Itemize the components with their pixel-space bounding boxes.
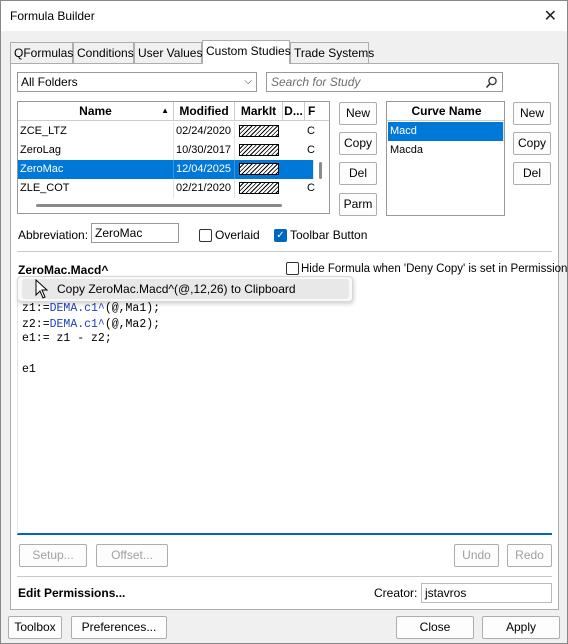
code-line-3: e1:= z1 - z2; [22,332,112,345]
formula-builder-window: Formula Builder ✕ QFormulas Conditions U… [0,0,568,644]
row-modified: 10/30/2017 [174,141,235,160]
close-icon[interactable]: ✕ [544,6,557,26]
tab-trade-systems[interactable]: Trade Systems [290,42,374,63]
row-name: ZLE_COT [18,179,174,198]
custom-studies-panel: All Folders ⌵ Search for Study Name ▲ Mo… [10,63,568,610]
row-f: C [305,141,329,160]
folder-select[interactable]: All Folders ⌵ [17,72,257,92]
row-f: C [305,122,329,141]
hide-formula-checkbox[interactable] [286,262,299,275]
folder-select-value: All Folders [21,75,78,89]
column-header-markit[interactable]: MarkIt [235,102,283,121]
toolbar-button-checkbox[interactable]: ✓ [274,229,287,242]
search-placeholder: Search for Study [271,75,361,89]
copy-to-clipboard-menu-item[interactable]: Copy ZeroMac.Macd^(@,12,26) to Clipboard [22,279,349,299]
column-header-d[interactable]: D... [283,102,305,121]
redo-button[interactable]: Redo [507,544,552,567]
parm-button[interactable]: Parm [339,193,377,216]
edit-permissions-link[interactable]: Edit Permissions... [18,586,125,600]
creator-field[interactable]: jstavros [421,583,552,603]
window-title: Formula Builder [10,9,95,23]
table-row[interactable]: ZeroLag 10/30/2017 C [18,141,329,160]
horizontal-scrollbar[interactable] [36,204,282,207]
tab-user-values[interactable]: User Values [134,42,202,63]
code-line-2: z2:=DEMA.c1^(@,Ma2); [22,318,161,331]
row-f: C [305,179,329,198]
row-modified: 02/24/2020 [174,122,235,141]
mouse-cursor-icon [35,279,49,299]
title-bar: Formula Builder ✕ [1,1,567,31]
copy-curve-button[interactable]: Copy [513,132,551,155]
curve-table: Curve Name Macd Macda [386,101,505,216]
formula-editor[interactable]: z1:=DEMA.c1^(@,Ma1); z2:=DEMA.c1^(@,Ma2)… [17,284,552,535]
row-f [305,160,314,179]
tab-custom-studies[interactable]: Custom Studies [202,40,291,64]
table-row-selected[interactable]: ZeroMac 12/04/2025 [18,160,314,179]
delete-study-button[interactable]: Del [339,162,377,185]
markit-swatch [239,144,279,156]
table-row[interactable]: ZCE_LTZ 02/24/2020 C [18,122,329,141]
copy-study-button[interactable]: Copy [339,132,377,155]
divider [17,251,552,252]
column-header-f[interactable]: F [305,102,329,121]
tab-qformulas[interactable]: QFormulas [10,42,73,63]
apply-button[interactable]: Apply [482,616,560,639]
close-button[interactable]: Close [396,616,474,639]
abbreviation-field[interactable]: ZeroMac [91,223,179,243]
column-header-curve-name[interactable]: Curve Name [387,102,504,121]
code-line-4: e1 [22,363,36,376]
chevron-down-icon: ⌵ [244,76,252,87]
row-name: ZeroLag [18,141,174,160]
toolbar-button-label: Toolbar Button [290,228,368,242]
formula-name: ZeroMac.Macd^ [18,263,109,277]
markit-swatch [239,182,279,194]
undo-button[interactable]: Undo [454,544,499,567]
tab-conditions[interactable]: Conditions [73,42,134,63]
table-row[interactable]: ZLE_COT 02/21/2020 C [18,179,329,198]
search-input[interactable]: Search for Study [266,72,503,92]
preferences-button[interactable]: Preferences... [71,616,167,639]
column-header-modified[interactable]: Modified [174,102,235,121]
markit-swatch [239,163,279,175]
hide-formula-label: Hide Formula when 'Deny Copy' is set in … [301,263,568,275]
studies-table: Name ▲ Modified MarkIt D... F ZCE_LTZ 02… [17,101,330,214]
new-curve-button[interactable]: New [513,102,551,125]
vertical-scrollbar[interactable] [319,162,322,179]
markit-swatch [239,125,279,137]
overlaid-checkbox[interactable] [199,229,212,242]
setup-button[interactable]: Setup... [19,544,87,567]
creator-label: Creator: [374,586,418,600]
checkmark-icon: ✓ [276,230,285,241]
search-icon[interactable] [485,76,498,89]
row-modified: 02/21/2020 [174,179,235,198]
code-line-1: z1:=DEMA.c1^(@,Ma1); [22,302,161,315]
context-menu: Copy ZeroMac.Macd^(@,12,26) to Clipboard [17,276,353,302]
sort-ascending-icon: ▲ [161,106,169,115]
curve-row-selected[interactable]: Macd [388,122,504,141]
toolbox-button[interactable]: Toolbox [8,616,62,639]
abbreviation-label: Abbreviation: [18,228,89,242]
offset-button[interactable]: Offset... [96,544,168,567]
column-header-name[interactable]: Name ▲ [18,102,174,121]
overlaid-label: Overlaid [215,228,260,242]
row-name: ZCE_LTZ [18,122,174,141]
row-name: ZeroMac [18,160,174,179]
row-modified: 12/04/2025 [174,160,235,179]
delete-curve-button[interactable]: Del [513,162,551,185]
new-study-button[interactable]: New [339,102,377,125]
divider [17,576,552,577]
curve-row[interactable]: Macda [388,141,504,160]
